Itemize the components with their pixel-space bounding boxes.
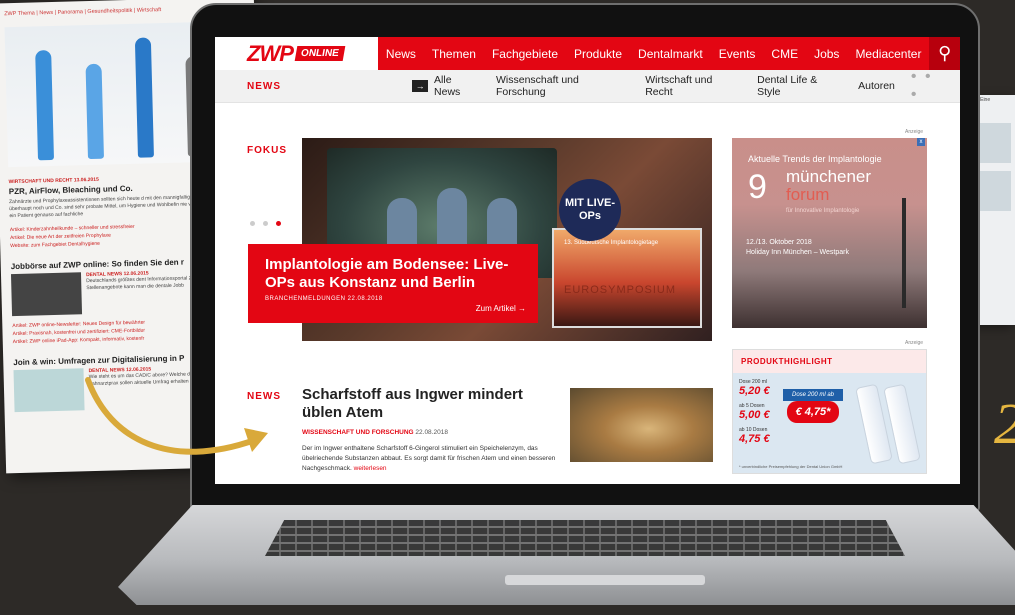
news-title[interactable]: Scharfstoff aus Ingwer mindert üblen Ate… [302,386,557,422]
price-footnote: * unverbindliche Preisempfehlung der Den… [739,464,843,469]
ad-produkthighlight[interactable]: PRODUKTHIGHLIGHT Dose 200 ml 5,20 € ab 5… [732,349,927,474]
main-nav: News Themen Fachgebiete Produkte Dentalm… [378,37,930,70]
news-kicker: WISSENSCHAFT UND FORSCHUNG 22.08.2018 [302,429,448,436]
ad-number: 9 [748,168,767,206]
logo[interactable]: ZWP ONLINE [215,37,378,70]
live-ops-badge: MIT LIVE-OPs [559,179,621,241]
laptop-keyboard [265,520,905,556]
zum-artikel-link[interactable]: Zum Artikel → [476,304,526,313]
projection-screen: 13. Süddeutsche Implantologietage EUROSY… [552,228,702,328]
sub-navigation-bar: NEWS → Alle News Wissenschaft und Forsch… [215,68,960,104]
fokus-meta: BRANCHENMELDUNGEN 22.08.2018 [265,296,383,302]
price-row: Dose 200 ml 5,20 € [739,379,770,397]
price-value: 4,75 € [739,433,770,445]
fokus-section-label: FOKUS [247,145,287,156]
logo-zwp: ZWP [247,40,294,66]
nav-item-jobs[interactable]: Jobs [806,47,847,61]
news-date: 22.08.2018 [415,429,448,436]
bg-thumb [10,272,83,317]
olympic-tower-image [902,198,906,308]
produkthighlight-body: Dose 200 ml 5,20 € ab 5 Dosen 5,00 € ab … [733,373,926,473]
price-value: 5,20 € [739,385,770,397]
news-category[interactable]: WISSENSCHAFT UND FORSCHUNG [302,429,414,436]
news-teaser: Der im Ingwer enthaltene Scharfstoff 6-G… [302,444,557,474]
bg-thumb [13,368,85,413]
nav-item-dentalmarkt[interactable]: Dentalmarkt [630,47,711,61]
search-button[interactable]: ⚲ [929,37,960,70]
sub-nav-autoren[interactable]: Autoren [858,80,895,92]
ad-subtitle: für Innovative Implantologie [786,208,860,214]
sub-nav-wirtschaft[interactable]: Wirtschaft und Recht [645,74,741,98]
top-navigation-bar: ZWP ONLINE News Themen Fachgebiete Produ… [215,37,960,70]
sub-nav-wissenschaft[interactable]: Wissenschaft und Forschung [496,74,629,98]
weiterlesen-link[interactable]: weiterlesen [354,465,387,472]
carousel-dot[interactable] [263,221,268,226]
ad-muenchener-forum[interactable]: Aktuelle Trends der Implantologie 9 münc… [732,138,927,328]
arrow-right-icon: → [412,80,429,92]
projection-title: 13. Süddeutsche Implantologietage [564,240,659,246]
nav-item-produkte[interactable]: Produkte [566,47,630,61]
ad-label: Anzeige [905,129,924,135]
ad-label: Anzeige [905,340,924,346]
sub-nav-dental-life[interactable]: Dental Life & Style [757,74,842,98]
ad-title-line1: münchener [786,167,872,186]
laptop-screen: ZWP ONLINE News Themen Fachgebiete Produ… [215,37,960,484]
ad-date: 12./13. Oktober 2018 Holiday Inn München… [746,238,849,258]
nav-item-events[interactable]: Events [711,47,764,61]
laptop-trackpad [505,575,705,585]
carousel-dots [250,221,281,226]
carousel-dot[interactable] [250,221,255,226]
nav-item-cme[interactable]: CME [763,47,806,61]
ad-close-icon[interactable]: x [917,138,925,146]
bg-yellow-number: 2 [994,390,1015,457]
nav-item-mediacenter[interactable]: Mediacenter [847,47,929,61]
price-value: 5,00 € [739,409,770,421]
ad-trend-text: Aktuelle Trends der Implantologie [748,154,882,164]
fokus-headline-card[interactable]: Implantologie am Bodensee: Live-OPs aus … [248,244,538,323]
nav-item-themen[interactable]: Themen [424,47,484,61]
logo-online-badge: ONLINE [294,46,345,61]
nav-item-fachgebiete[interactable]: Fachgebiete [484,47,566,61]
ad-venue-line: Holiday Inn München – Westpark [746,249,849,256]
fokus-headline[interactable]: Implantologie am Bodensee: Live-OPs aus … [265,256,521,292]
bubble-header: Dose 200 ml ab [783,389,843,401]
ad-date-line: 12./13. Oktober 2018 [746,239,812,246]
sub-nav-section-label: NEWS [247,80,281,92]
price-bubble: € 4,75* [787,401,839,423]
ad-title-line2: forum [786,185,830,204]
news-section-label: NEWS [247,391,281,402]
projection-big-text: EUROSYMPOSIUM [564,284,677,296]
news-body-text: Der im Ingwer enthaltene Scharfstoff 6-G… [302,445,556,472]
price-row: ab 10 Dosen 4,75 € [739,427,770,445]
produkthighlight-header: PRODUKTHIGHLIGHT [733,350,926,373]
price-row: ab 5 Dosen 5,00 € [739,403,770,421]
ginger-image[interactable] [570,388,713,462]
more-dots-icon[interactable]: • • • [911,68,946,104]
carousel-dot-active[interactable] [276,221,281,226]
sub-nav-alle-news[interactable]: Alle News [434,74,480,98]
nav-item-news[interactable]: News [378,47,424,61]
search-icon: ⚲ [938,43,952,63]
